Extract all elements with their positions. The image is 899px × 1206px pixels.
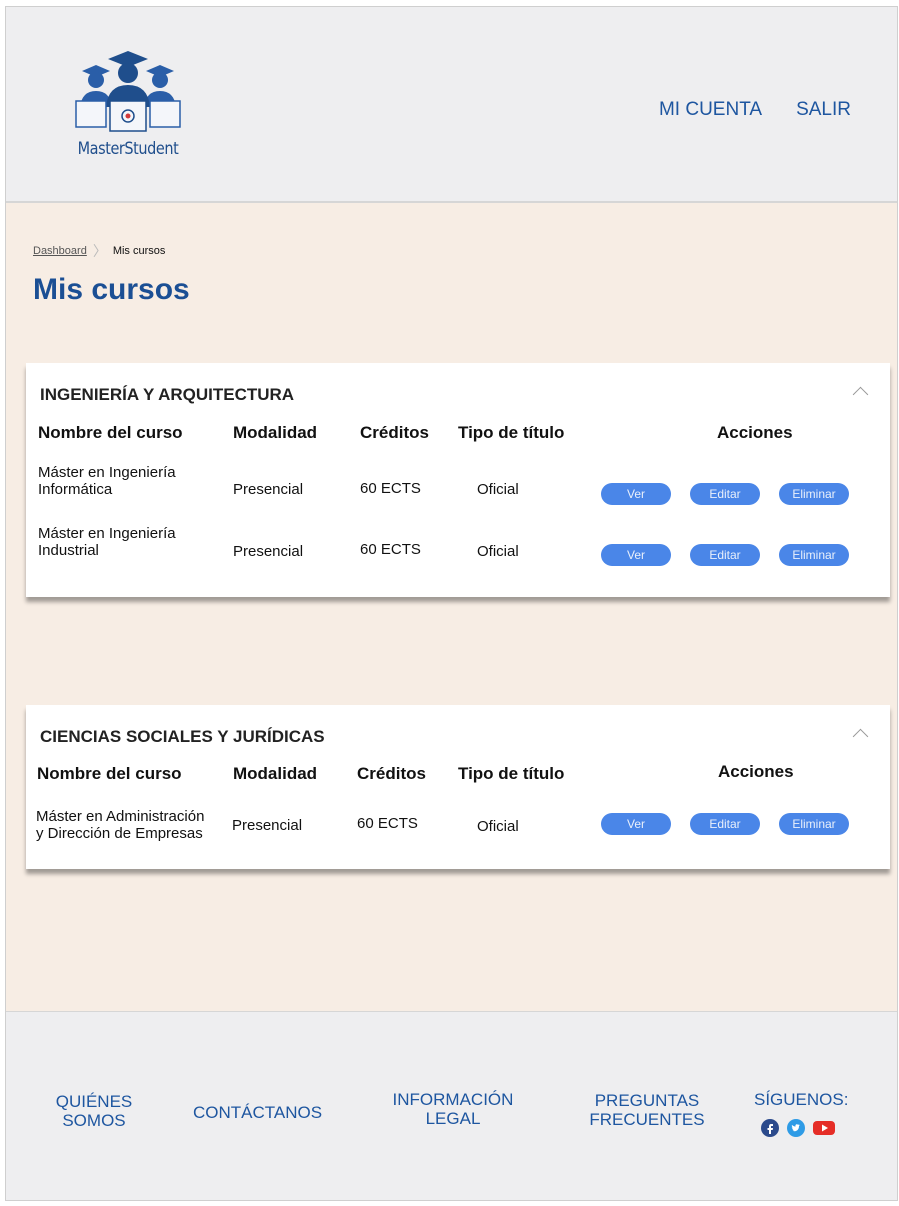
course-section-ciencias-sociales: CIENCIAS SOCIALES Y JURÍDICAS Nombre del… (26, 705, 890, 869)
footer-link-line1: INFORMACIÓN (392, 1090, 514, 1109)
course-modalidad: Presencial (232, 817, 303, 834)
site-footer: QUIÉNES SOMOS CONTÁCTANOS INFORMACIÓN LE… (6, 1011, 897, 1200)
footer-link-contactanos[interactable]: CONTÁCTANOS (193, 1103, 322, 1122)
footer-link-line1: CONTÁCTANOS (193, 1103, 323, 1122)
delete-button[interactable]: Eliminar (779, 544, 849, 566)
edit-button[interactable]: Editar (690, 544, 760, 566)
col-header-modalidad: Modalidad (233, 423, 318, 442)
course-name: Máster en Ingeniería Informática (38, 464, 176, 498)
collapse-chevron-icon[interactable] (852, 728, 869, 745)
course-tipo: Oficial (477, 818, 519, 835)
col-header-creditos: Créditos (357, 764, 426, 783)
my-account-link[interactable]: MI CUENTA (659, 99, 762, 121)
youtube-icon[interactable] (813, 1119, 835, 1142)
footer-link-line2: SOMOS (62, 1111, 126, 1130)
footer-link-line1: PREGUNTAS (594, 1091, 700, 1110)
course-name-line2: Informática (38, 481, 113, 498)
course-creditos: 60 ECTS (360, 541, 421, 558)
course-tipo: Oficial (477, 543, 519, 560)
delete-button[interactable]: Eliminar (779, 483, 849, 505)
footer-link-line2: LEGAL (425, 1109, 481, 1128)
footer-link-quienes-somos[interactable]: QUIÉNES SOMOS (54, 1092, 134, 1130)
footer-link-line2: FRECUENTES (589, 1110, 705, 1129)
col-header-tipo: Tipo de título (458, 423, 565, 442)
course-name: Máster en Ingeniería Industrial (38, 525, 176, 559)
logo-text: MasterStudent (77, 139, 179, 159)
twitter-icon[interactable] (787, 1119, 805, 1142)
social-icons (761, 1119, 835, 1142)
footer-link-preguntas-frecuentes[interactable]: PREGUNTAS FRECUENTES (582, 1091, 712, 1129)
site-header: MasterStudent MI CUENTA SALIR (6, 7, 897, 203)
breadcrumb-dashboard-link[interactable]: Dashboard (33, 245, 87, 257)
course-modalidad: Presencial (233, 543, 304, 560)
graduates-logo-icon (75, 51, 181, 132)
delete-button[interactable]: Eliminar (779, 813, 849, 835)
footer-link-informacion-legal[interactable]: INFORMACIÓN LEGAL (388, 1090, 518, 1128)
top-nav: MI CUENTA SALIR (659, 99, 851, 121)
col-header-nombre: Nombre del curso (38, 423, 183, 442)
col-header-tipo: Tipo de título (458, 764, 565, 783)
col-header-nombre: Nombre del curso (37, 764, 182, 783)
course-modalidad: Presencial (233, 481, 304, 498)
course-creditos: 60 ECTS (360, 480, 421, 497)
facebook-icon[interactable] (761, 1119, 779, 1142)
section-title: CIENCIAS SOCIALES Y JURÍDICAS (40, 727, 325, 746)
course-name-line1: Máster en Ingeniería (38, 525, 176, 542)
col-header-modalidad: Modalidad (233, 764, 318, 783)
footer-link-line1: QUIÉNES (55, 1092, 133, 1111)
course-name-line1: Máster en Administración (36, 808, 205, 825)
view-button[interactable]: Ver (601, 544, 671, 566)
follow-us-label: SÍGUENOS: (754, 1090, 849, 1109)
course-name-line1: Máster en Ingeniería (38, 464, 176, 481)
page-title: Mis cursos (33, 273, 190, 306)
site-logo[interactable]: MasterStudent (68, 47, 188, 177)
course-creditos: 60 ECTS (357, 815, 418, 832)
page-frame: MasterStudent MI CUENTA SALIR Dashboard … (5, 6, 898, 1201)
course-tipo: Oficial (477, 481, 519, 498)
breadcrumb: Dashboard 〉 Mis cursos (33, 241, 165, 261)
view-button[interactable]: Ver (601, 483, 671, 505)
course-name: Máster en Administración y Dirección de … (36, 808, 204, 842)
section-title: INGENIERÍA Y ARQUITECTURA (40, 385, 295, 404)
col-header-acciones: Acciones (718, 762, 794, 781)
logout-link[interactable]: SALIR (796, 99, 851, 121)
col-header-creditos: Créditos (360, 423, 429, 442)
view-button[interactable]: Ver (601, 813, 671, 835)
breadcrumb-current: Mis cursos (112, 245, 166, 257)
edit-button[interactable]: Editar (690, 483, 760, 505)
col-header-acciones: Acciones (717, 423, 793, 442)
course-name-line2: y Dirección de Empresas (36, 825, 203, 842)
edit-button[interactable]: Editar (690, 813, 760, 835)
collapse-chevron-icon[interactable] (852, 386, 869, 403)
course-name-line2: Industrial (38, 542, 99, 559)
course-section-ingenieria: INGENIERÍA Y ARQUITECTURA Nombre del cur… (26, 363, 890, 597)
breadcrumb-separator-icon: 〉 (92, 243, 107, 259)
